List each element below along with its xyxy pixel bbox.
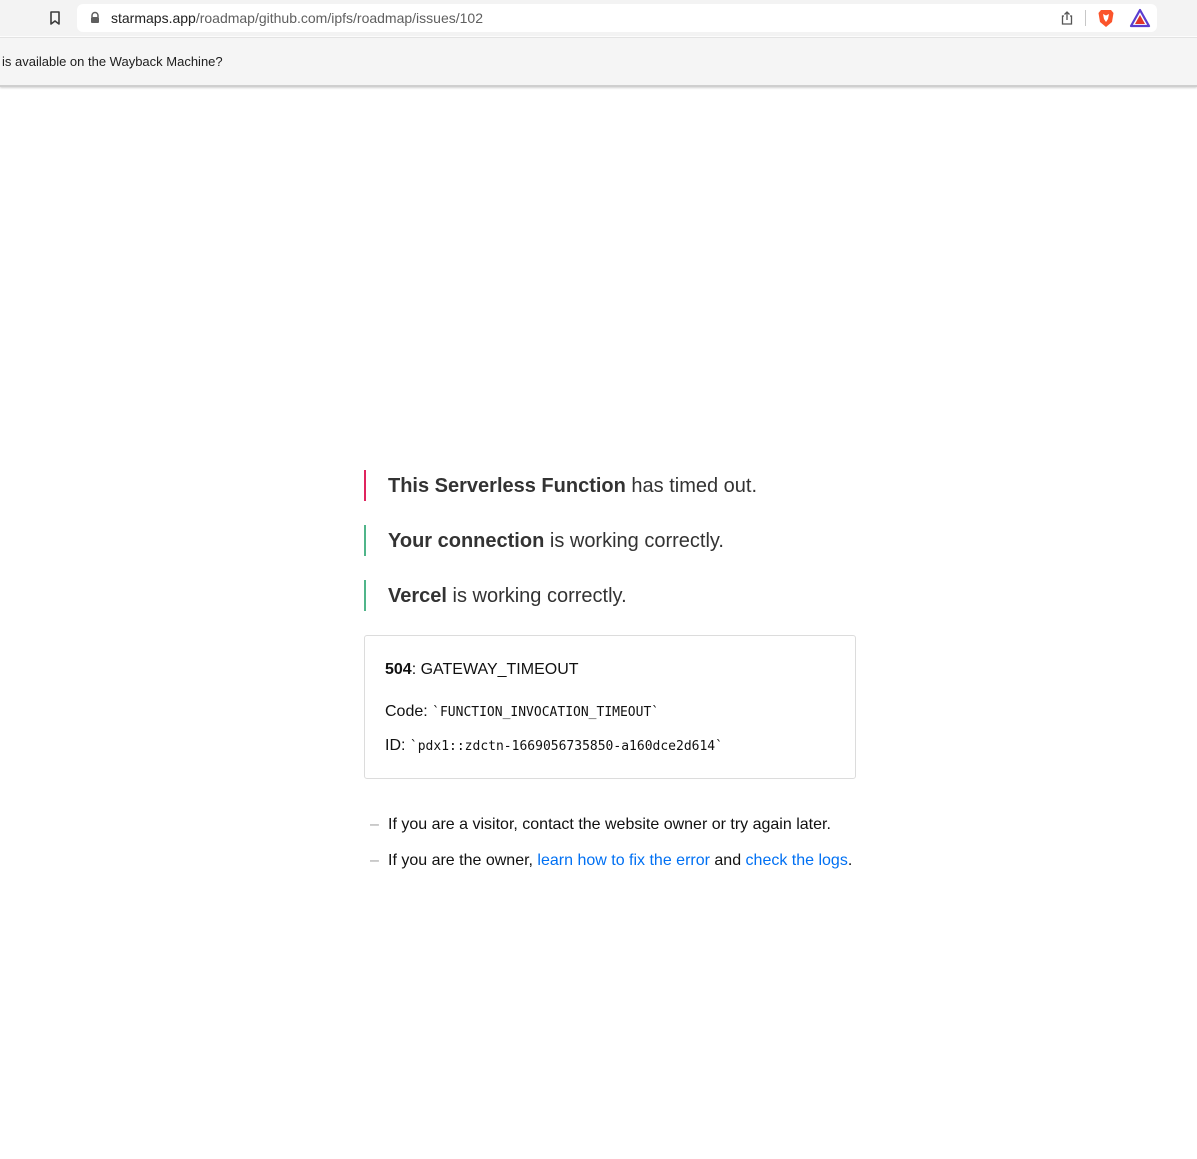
error-id-label: ID: bbox=[385, 737, 410, 754]
status-indicator-red bbox=[364, 470, 366, 501]
url-text[interactable]: starmaps.app/roadmap/github.com/ipfs/roa… bbox=[111, 10, 483, 26]
error-code-name: : GATEWAY_TIMEOUT bbox=[411, 661, 579, 678]
error-code-line: Code: `FUNCTION_INVOCATION_TIMEOUT` bbox=[385, 702, 659, 723]
status-connection: Your connection is working correctly. bbox=[364, 525, 856, 556]
status-text: This Serverless Function has timed out. bbox=[388, 474, 757, 498]
infobar-text: is available on the Wayback Machine? bbox=[2, 54, 223, 69]
status-function-timeout: This Serverless Function has timed out. bbox=[364, 470, 856, 501]
error-id-line: ID: `pdx1::zdctn-1669056735850-a160dce2d… bbox=[385, 736, 723, 757]
error-details-box: 504: GATEWAY_TIMEOUT Code: `FUNCTION_INV… bbox=[364, 635, 856, 779]
status-message: is working correctly. bbox=[446, 585, 627, 607]
help-list: – If you are a visitor, contact the webs… bbox=[364, 815, 864, 887]
status-message: has timed out. bbox=[625, 475, 758, 497]
help-item-owner: – If you are the owner, learn how to fix… bbox=[364, 851, 864, 887]
visitor-help-text: If you are a visitor, contact the websit… bbox=[388, 816, 831, 833]
wayback-infobar: is available on the Wayback Machine? bbox=[0, 37, 1197, 87]
url-host: starmaps.app bbox=[111, 10, 196, 26]
status-subject: This Serverless Function bbox=[388, 475, 626, 497]
status-indicator-green bbox=[364, 525, 366, 556]
help-item-visitor: – If you are a visitor, contact the webs… bbox=[364, 815, 864, 851]
brave-shields-icon[interactable] bbox=[1096, 8, 1116, 28]
status-subject: Vercel bbox=[388, 585, 447, 607]
lock-icon[interactable] bbox=[88, 11, 102, 25]
error-page: This Serverless Function has timed out. … bbox=[364, 470, 856, 869]
status-text: Vercel is working correctly. bbox=[388, 584, 627, 608]
status-message: is working correctly. bbox=[544, 530, 724, 552]
owner-middle: and bbox=[709, 852, 746, 869]
share-icon[interactable] bbox=[1059, 10, 1075, 26]
status-indicator-green bbox=[364, 580, 366, 611]
list-dash: – bbox=[370, 852, 379, 869]
status-text: Your connection is working correctly. bbox=[388, 529, 724, 553]
url-path: /roadmap/github.com/ipfs/roadmap/issues/… bbox=[195, 10, 483, 26]
browser-toolbar: starmaps.app/roadmap/github.com/ipfs/roa… bbox=[0, 0, 1197, 36]
brave-rewards-icon[interactable] bbox=[1129, 8, 1151, 28]
owner-help-text: If you are the owner, learn how to fix t… bbox=[388, 851, 852, 871]
status-subject: Your connection bbox=[388, 530, 545, 552]
toolbar-divider bbox=[1085, 10, 1086, 26]
list-dash: – bbox=[370, 816, 379, 833]
bookmark-icon[interactable] bbox=[46, 9, 64, 27]
status-vercel: Vercel is working correctly. bbox=[364, 580, 856, 611]
fix-error-link[interactable]: learn how to fix the error bbox=[537, 852, 710, 869]
owner-suffix: . bbox=[847, 852, 853, 869]
address-bar[interactable]: starmaps.app/roadmap/github.com/ipfs/roa… bbox=[77, 4, 1157, 32]
check-logs-link[interactable]: check the logs bbox=[746, 852, 848, 869]
error-code-value: `FUNCTION_INVOCATION_TIMEOUT` bbox=[432, 705, 660, 720]
owner-prefix: If you are the owner, bbox=[388, 852, 538, 869]
error-id-value: `pdx1::zdctn-1669056735850-a160dce2d614` bbox=[409, 739, 723, 754]
error-status-line: 504: GATEWAY_TIMEOUT bbox=[385, 660, 579, 680]
error-code-number: 504 bbox=[385, 661, 412, 678]
error-code-label: Code: bbox=[385, 703, 433, 720]
